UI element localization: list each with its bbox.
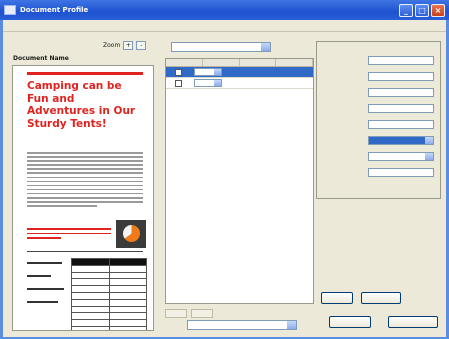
title-bar[interactable]: Document Profile _ □ × (0, 0, 449, 20)
form-row (321, 104, 439, 113)
form-row (321, 120, 439, 129)
document-name-label: Document Name (13, 55, 69, 62)
refresh-button[interactable] (361, 292, 401, 304)
connection-panel (316, 41, 441, 199)
field-type-select[interactable] (194, 79, 222, 87)
column-header[interactable] (203, 59, 240, 66)
zoom-controls: Zoom + - (103, 41, 147, 50)
grid-action-button[interactable] (191, 309, 213, 318)
field-enable-checkbox[interactable] (175, 68, 182, 76)
text-field[interactable] (368, 88, 434, 97)
highlight-text-block (27, 228, 111, 242)
form-row (321, 56, 439, 65)
field-enable-checkbox[interactable] (175, 79, 182, 87)
form-row (321, 88, 439, 97)
chart-thumbnail (116, 220, 146, 248)
chevron-down-icon (425, 137, 433, 144)
section-divider (27, 251, 143, 252)
chevron-down-icon (261, 43, 270, 51)
pie-chart-icon (123, 225, 140, 242)
chevron-down-icon (214, 80, 221, 86)
bullet-list (27, 262, 71, 314)
zoom-out-button[interactable]: - (136, 41, 147, 50)
app-icon (4, 5, 16, 15)
login-button[interactable] (321, 292, 353, 304)
select-field[interactable] (368, 136, 434, 145)
profile-name-select[interactable] (171, 42, 271, 52)
maximize-icon: □ (418, 5, 426, 15)
zoom-label: Zoom (103, 42, 121, 49)
minimize-button[interactable]: _ (399, 3, 413, 17)
text-field[interactable] (368, 72, 434, 81)
document-headline: Camping can be Fun and Adventures in Our… (27, 80, 136, 130)
chevron-down-icon (214, 69, 221, 75)
document-name-row: Document Name (13, 55, 87, 62)
body-text-block (27, 152, 143, 209)
save-exit-button[interactable] (388, 316, 438, 328)
grid-name-row (165, 320, 297, 330)
text-field[interactable] (368, 120, 434, 129)
close-icon: × (434, 5, 442, 15)
cancel-button[interactable] (329, 316, 371, 328)
price-table (71, 258, 147, 330)
form-row (321, 152, 439, 161)
window-body: Zoom + - Document Name Camping can be Fu… (3, 20, 446, 337)
field-grid[interactable] (165, 58, 314, 304)
field-type-select[interactable] (194, 68, 222, 76)
profile-name-row (166, 42, 271, 52)
form-row (321, 136, 439, 145)
form-row (321, 168, 439, 177)
zoom-in-button[interactable]: + (123, 41, 134, 50)
window-title: Document Profile (20, 6, 89, 14)
header-rule (27, 72, 143, 75)
column-header[interactable] (240, 59, 277, 66)
chevron-down-icon (425, 153, 433, 160)
menu-divider (3, 31, 446, 32)
maximize-button[interactable]: □ (415, 3, 429, 17)
grid-action-button[interactable] (165, 309, 187, 318)
minimize-icon: _ (404, 5, 408, 15)
form-row (321, 72, 439, 81)
text-field[interactable] (368, 104, 434, 113)
close-button[interactable]: × (431, 3, 445, 17)
grid-actions (165, 309, 213, 318)
menu-bar (3, 20, 446, 31)
grid-header (166, 59, 313, 67)
column-header[interactable] (166, 59, 203, 66)
chevron-down-icon (287, 321, 296, 329)
document-preview[interactable]: Camping can be Fun and Adventures in Our… (12, 65, 154, 331)
grid-name-select[interactable] (187, 320, 297, 330)
table-row[interactable] (166, 78, 313, 89)
column-header[interactable] (276, 59, 313, 66)
text-field[interactable] (368, 168, 434, 177)
text-field[interactable] (368, 56, 434, 65)
table-row[interactable] (166, 67, 313, 78)
select-field[interactable] (368, 152, 434, 161)
